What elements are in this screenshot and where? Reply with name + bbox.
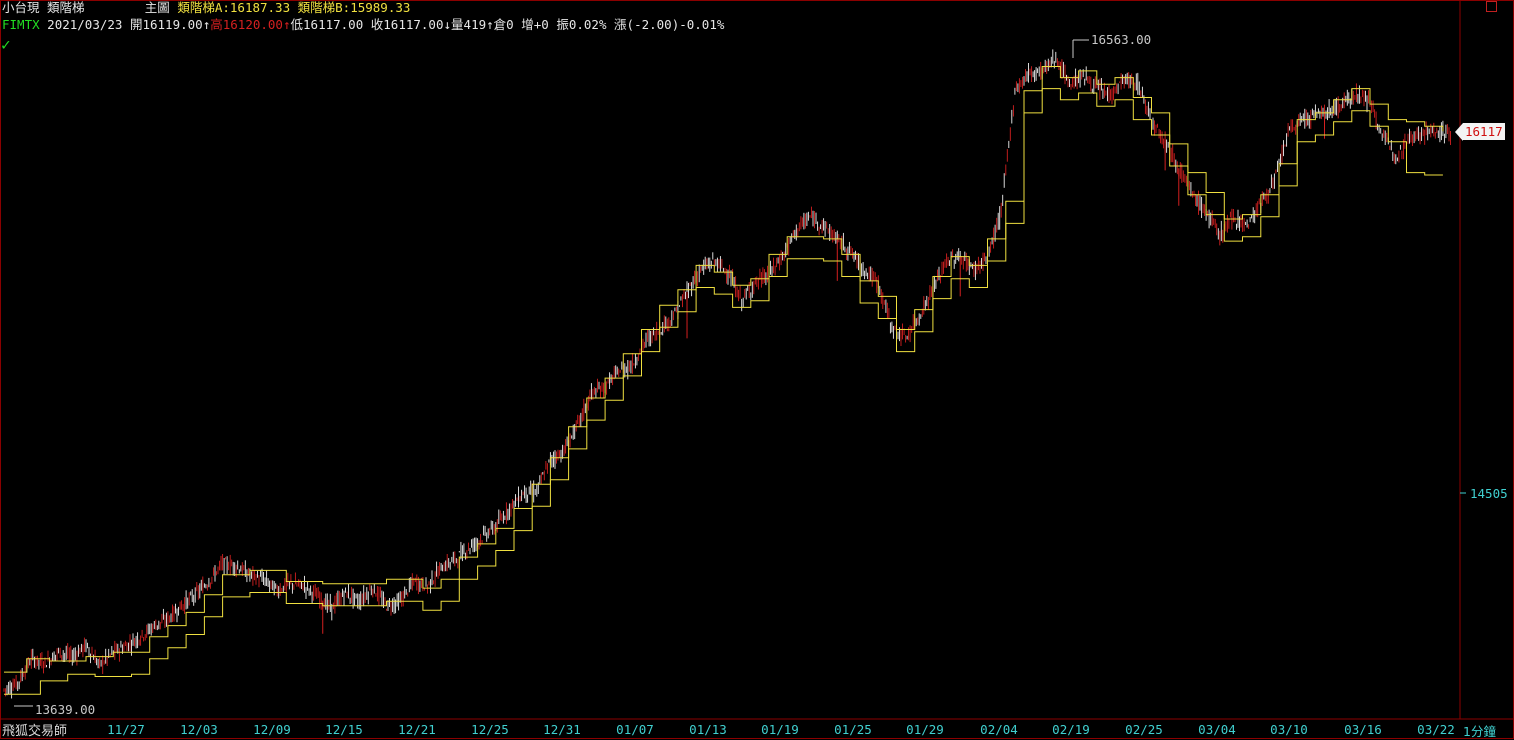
brand-label: 飛狐交易師 [2,724,68,739]
x-tick-label: 03/16 [1344,722,1382,737]
x-tick-label: 02/19 [1052,722,1090,737]
up-arrow-icon: ↑ [282,17,291,32]
high-annotation: 16563.00 [1091,32,1152,47]
ladder-a-label: 類階梯A [177,0,223,15]
window-restore-icon[interactable] [1486,1,1497,12]
increase-label: 增 [521,17,534,32]
x-tick-label: 03/04 [1198,722,1236,737]
x-tick-label: 02/25 [1125,722,1163,737]
oi-value: 0 [506,17,514,32]
y-axis-tick-label: 14505 [1470,486,1508,501]
ladder-a-value: 16187.33 [229,0,291,15]
x-tick-label: 03/10 [1270,722,1308,737]
open-value: 16119.00 [142,17,203,32]
change-label: 漲 [614,17,627,32]
increase-value: +0 [533,17,549,32]
high-label: 高 [210,17,223,32]
close-value: 16117.00 [383,17,444,32]
x-tick-label: 12/09 [253,722,291,737]
x-tick-label: 01/25 [834,722,872,737]
last-price-value: 16117 [1463,123,1505,140]
header-line-1: 小台現 類階梯 主圖 類階梯A:16187.33 類階梯B:15989.33 [2,0,411,15]
ticker: FIMTX [2,17,40,32]
volume-label: 量 [451,17,464,32]
change-value: (-2.00)-0.01% [626,17,725,32]
period-selector[interactable]: 1分鐘 [1463,721,1496,740]
open-label: 開 [129,17,143,32]
low-value: 16117.00 [303,17,364,32]
x-tick-label: 12/21 [398,722,436,737]
x-tick-label: 12/03 [180,722,218,737]
ladder-b-label: 類階梯B [297,0,343,15]
up-arrow-icon: ↑ [486,17,494,32]
ladder-b-value: 15989.33 [350,0,411,15]
x-tick-label: 12/15 [325,722,363,737]
high-value: 16120.00 [222,17,283,32]
main-chart-label: 主圖 [144,0,170,15]
chart-frame [0,0,1514,739]
x-tick-label: 11/27 [107,722,145,737]
x-tick-label: 02/04 [980,722,1018,737]
low-label: 低 [290,17,304,32]
x-tick-label: 03/22 [1417,722,1455,737]
amplitude-label: 振 [556,17,569,32]
low-annotation: 13639.00 [35,702,96,717]
indicator-name: 類階梯 [47,0,85,15]
down-arrow-icon: ↓ [443,17,452,32]
volume-value: 419 [463,17,487,32]
symbol-name: 小台現 [2,0,40,15]
header-line-2: FIMTX 2021/03/23 開16119.00↑高16120.00↑低16… [2,17,724,32]
amplitude-value: 0.02% [568,17,607,32]
x-tick-label: 12/25 [471,722,509,737]
time-axis: 飛狐交易師 11/27 12/03 12/09 12/15 12/21 12/25 12/3… [0,719,1514,739]
x-tick-label: 01/29 [906,722,944,737]
x-tick-label: 01/13 [689,722,727,737]
x-tick-label: 01/07 [616,722,654,737]
x-tick-label: 01/19 [761,722,799,737]
x-tick-label: 12/31 [543,722,581,737]
oi-label: 倉 [493,17,507,32]
quote-date: 2021/03/23 [47,17,123,32]
checkmark-icon[interactable]: ✓ [1,37,11,53]
close-label: 收 [370,17,384,32]
price-tag-arrow-icon [1455,123,1463,141]
